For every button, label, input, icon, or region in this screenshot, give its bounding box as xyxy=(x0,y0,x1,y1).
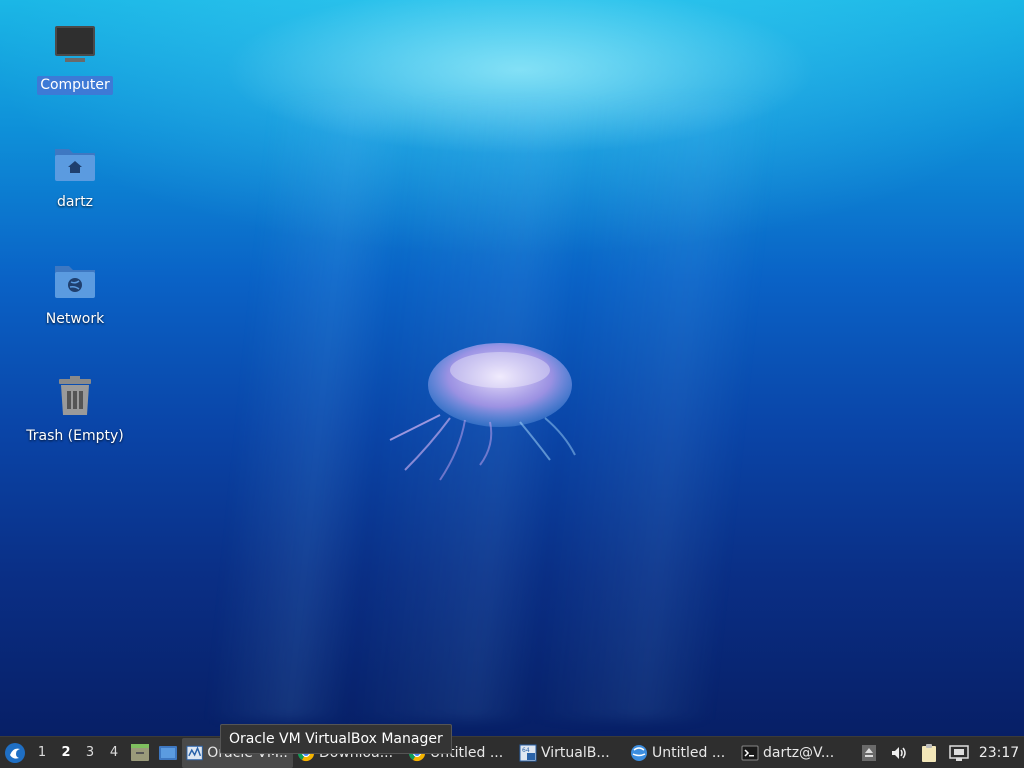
network-tray-item[interactable] xyxy=(944,737,974,768)
file-manager-icon xyxy=(131,743,149,761)
wired-network-icon xyxy=(949,744,969,761)
app-menu-icon xyxy=(5,742,25,763)
volume-tray-item[interactable] xyxy=(884,737,914,768)
virtualbox-vm-icon: 64 xyxy=(519,744,537,761)
eject-tray-item[interactable] xyxy=(854,737,884,768)
workspace-1[interactable]: 1 xyxy=(30,737,54,768)
clock[interactable]: 23:17 xyxy=(974,745,1024,761)
system-tray: 23:17 xyxy=(854,737,1024,768)
desktop-icon-computer[interactable]: Computer xyxy=(20,22,130,95)
virtualbox-icon xyxy=(186,745,203,760)
application-menu-button[interactable] xyxy=(0,737,30,768)
terminal-icon xyxy=(741,745,759,760)
bottom-panel: 1 2 3 4 Oracle VM... Downloa... xyxy=(0,736,1024,768)
clipboard-tray-item[interactable] xyxy=(914,737,944,768)
taskbar-tooltip: Oracle VM VirtualBox Manager xyxy=(220,724,452,754)
eject-icon xyxy=(862,744,876,761)
workspace-2[interactable]: 2 xyxy=(54,737,78,768)
task-label: dartz@V... xyxy=(763,744,835,761)
desktop-icon-label: Trash (Empty) xyxy=(26,428,124,444)
task-terminal[interactable]: dartz@V... xyxy=(737,738,848,768)
workspace-4[interactable]: 4 xyxy=(102,737,126,768)
jellyfish-image xyxy=(389,343,576,481)
browser-icon xyxy=(631,744,647,761)
clipboard-icon xyxy=(922,743,936,762)
show-desktop-launcher[interactable] xyxy=(154,737,182,768)
trash-icon xyxy=(59,376,91,415)
task-virtualbox-vm[interactable]: 64 VirtualB... xyxy=(515,738,626,768)
workspace-3[interactable]: 3 xyxy=(78,737,102,768)
desktop-icon xyxy=(159,745,177,760)
desktop-icon-label: dartz xyxy=(56,194,94,210)
desktop-icon-label: Network xyxy=(45,311,105,327)
desktop-icon-home-folder[interactable]: dartz xyxy=(20,139,130,212)
task-label: VirtualB... xyxy=(541,744,610,761)
desktop-icon-network[interactable]: Network xyxy=(20,256,130,329)
svg-text:64: 64 xyxy=(522,747,530,754)
file-manager-launcher[interactable] xyxy=(126,737,154,768)
volume-icon xyxy=(892,746,906,759)
desktop-icon-trash[interactable]: Trash (Empty) xyxy=(20,373,130,446)
desktop-wallpaper xyxy=(0,0,1024,736)
computer-icon xyxy=(55,26,95,62)
task-untitled-browser[interactable]: Untitled ... xyxy=(626,738,737,768)
home-folder-icon xyxy=(55,149,95,181)
task-label: Untitled ... xyxy=(652,744,726,761)
network-folder-icon xyxy=(55,266,95,298)
desktop-icon-label: Computer xyxy=(37,76,113,95)
